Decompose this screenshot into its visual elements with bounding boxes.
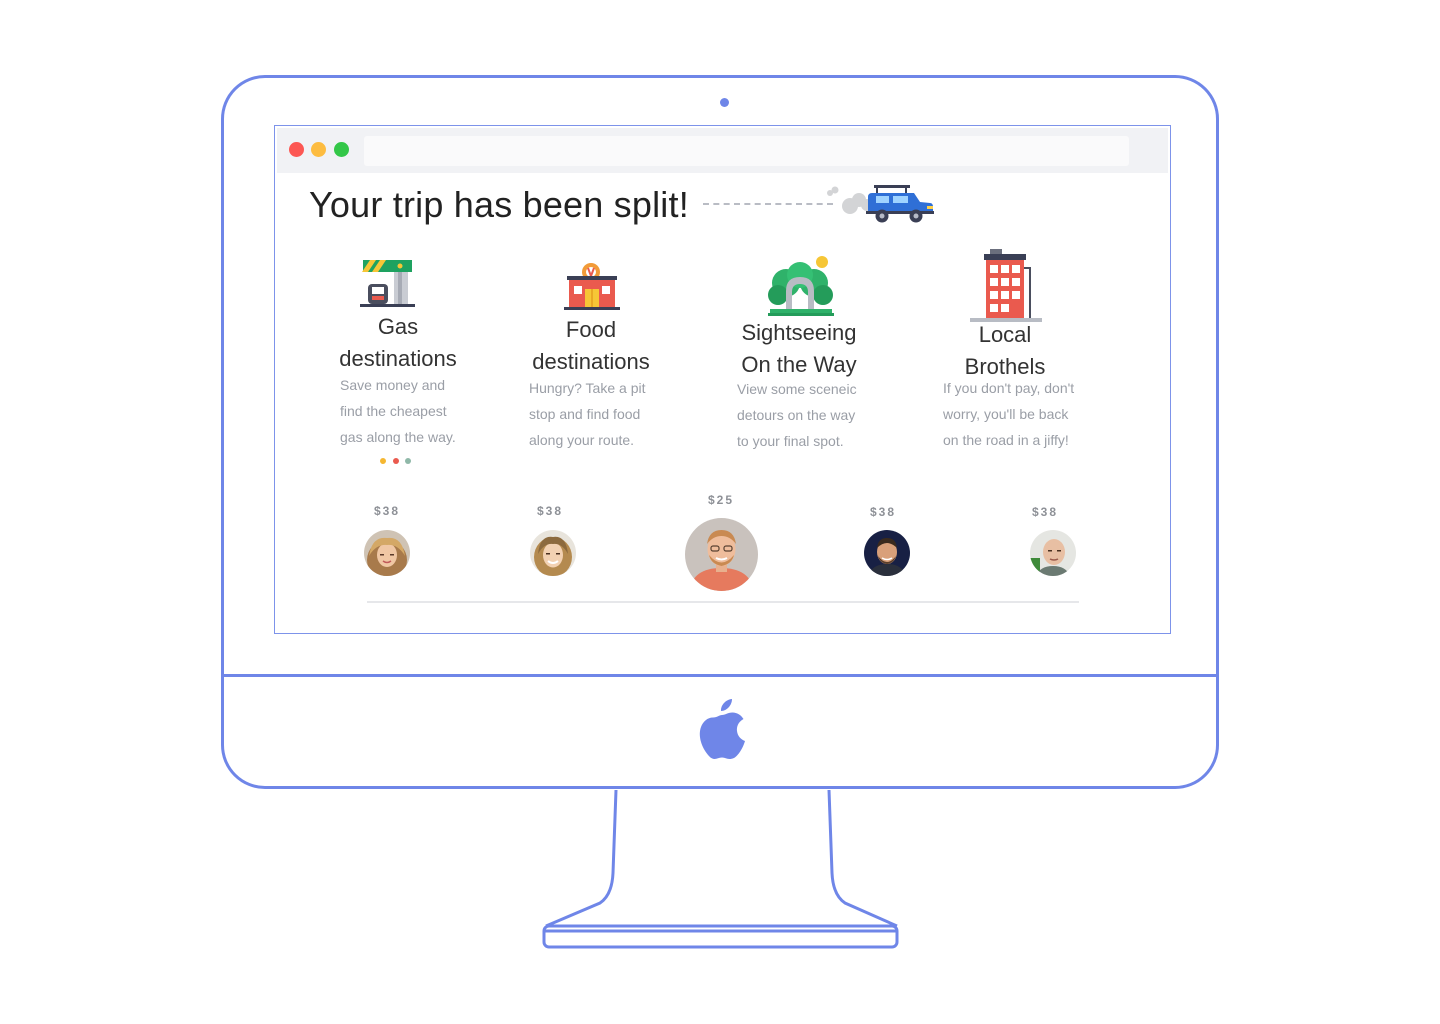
description-line: stop and find food xyxy=(529,406,641,422)
rider-price: $38 xyxy=(869,505,897,519)
description-line: Save money and xyxy=(340,377,446,393)
monitor-chin-divider xyxy=(222,674,1218,677)
category-title-line2: destinations xyxy=(339,346,457,371)
category-description-gas: Save money and find the cheapest gas alo… xyxy=(340,372,480,450)
description-line: on the road in a jiffy! xyxy=(943,432,1069,448)
route-dashed-line xyxy=(703,203,833,205)
gas-station-icon xyxy=(360,258,416,313)
category-title-line2: destinations xyxy=(532,349,650,374)
description-line: View some sceneic xyxy=(737,381,857,397)
category-description-food: Hungry? Take a pit stop and find food al… xyxy=(529,375,679,453)
address-bar[interactable] xyxy=(364,136,1129,166)
monitor-stand xyxy=(542,789,899,949)
avatar-woman-1[interactable] xyxy=(364,530,410,576)
category-description-brothels: If you don't pay, don't worry, you'll be… xyxy=(943,375,1113,453)
category-description-sightseeing: View some sceneic detours on the way to … xyxy=(737,376,887,454)
category-title-line1: Gas xyxy=(377,314,419,339)
page-title: Your trip has been split! xyxy=(309,184,689,225)
rider-price: $38 xyxy=(1031,505,1059,519)
restaurant-icon xyxy=(564,262,620,315)
avatar-woman-2[interactable] xyxy=(530,530,576,576)
category-title-brothels: Local Brothels xyxy=(925,319,1085,383)
minimize-window-button[interactable] xyxy=(311,142,326,157)
description-line: along your route. xyxy=(529,432,635,448)
category-title-gas: Gas destinations xyxy=(318,311,478,375)
description-line: If you don't pay, don't xyxy=(943,380,1075,396)
camera-dot xyxy=(720,98,729,107)
category-title-line1: Local xyxy=(978,322,1032,347)
pagination-dot-1[interactable] xyxy=(380,458,386,464)
description-line: gas along the way. xyxy=(340,429,456,445)
riders-divider xyxy=(367,601,1079,603)
maximize-window-button[interactable] xyxy=(334,142,349,157)
description-line: detours on the way xyxy=(737,407,856,423)
pagination-dot-3[interactable] xyxy=(405,458,411,464)
apple-logo-icon xyxy=(699,699,745,759)
close-window-button[interactable] xyxy=(289,142,304,157)
description-line: Hungry? Take a pit xyxy=(529,380,646,396)
pagination-dot-2[interactable] xyxy=(393,458,399,464)
category-title-line1: Sightseeing xyxy=(741,320,857,345)
apartment-building-icon xyxy=(970,248,1042,329)
rider-price: $38 xyxy=(373,504,401,518)
avatar-man-orange-shirt[interactable] xyxy=(685,518,758,591)
rider-price: $38 xyxy=(536,504,564,518)
category-title-sightseeing: Sightseeing On the Way xyxy=(719,317,879,381)
park-arch-icon xyxy=(766,253,836,322)
description-line: worry, you'll be back xyxy=(943,406,1069,422)
rider-price: $25 xyxy=(707,493,735,507)
category-title-food: Food destinations xyxy=(511,314,671,378)
description-line: find the cheapest xyxy=(340,403,447,419)
avatar-man-dark[interactable] xyxy=(864,530,910,576)
category-title-line1: Food xyxy=(565,317,617,342)
description-line: to your final spot. xyxy=(737,433,844,449)
avatar-man-bald[interactable] xyxy=(1030,530,1076,576)
jeep-icon xyxy=(827,185,934,223)
